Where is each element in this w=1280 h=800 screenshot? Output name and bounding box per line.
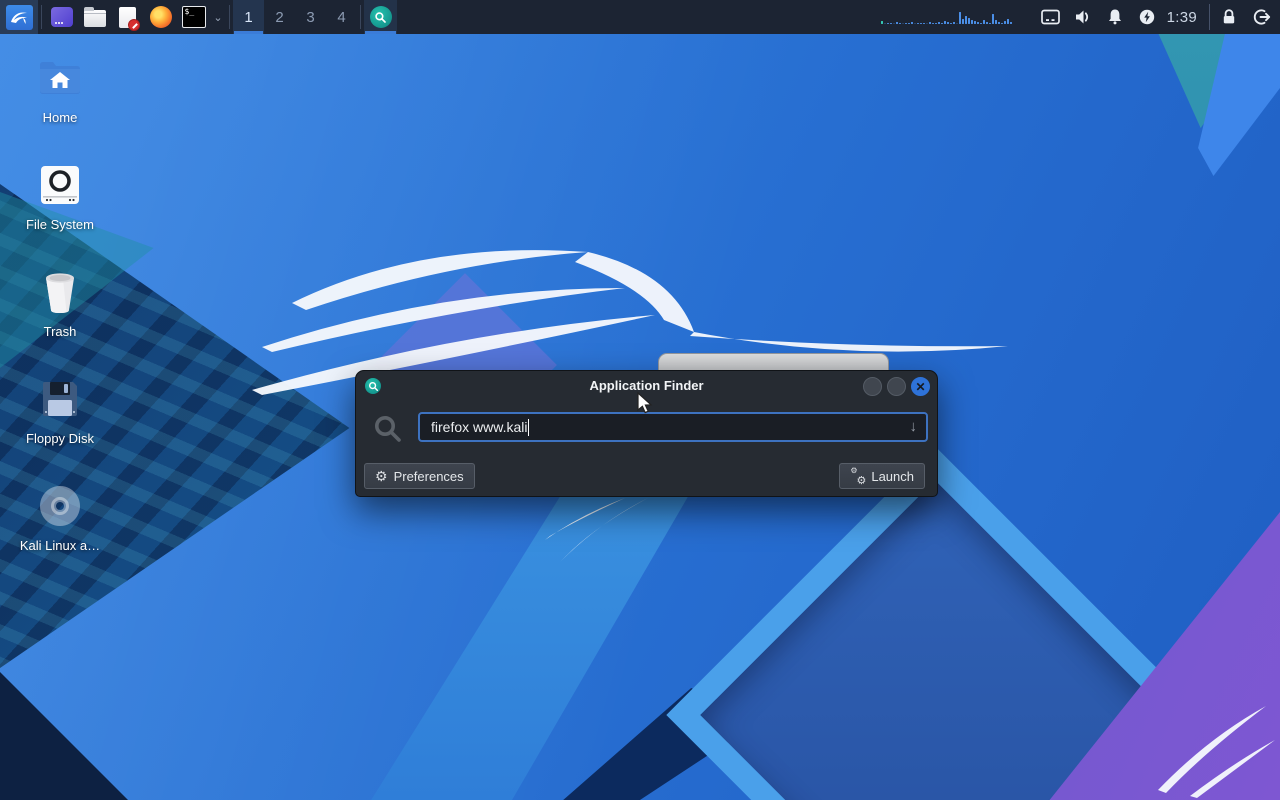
gear-icon: ⚙ — [375, 468, 388, 484]
kali-menu-icon — [5, 4, 33, 30]
workspace-button-3[interactable]: 3 — [295, 0, 326, 34]
display-icon — [1041, 9, 1060, 25]
preferences-button-label: Preferences — [393, 468, 464, 484]
panel-separator — [1209, 4, 1210, 30]
desktop-icon-label: Home — [42, 110, 78, 125]
disc-icon — [37, 480, 83, 532]
lock-icon — [1223, 9, 1235, 24]
drive-icon — [39, 159, 81, 211]
desktop-icon-label: Trash — [43, 324, 77, 339]
workspace-button-1[interactable]: 1 — [233, 0, 264, 34]
display-tray-button[interactable] — [1038, 0, 1064, 34]
terminal-icon: $_ — [181, 6, 206, 28]
workspace-button-4[interactable]: 4 — [326, 0, 357, 34]
panel-separator — [41, 5, 42, 29]
launcher-file-manager[interactable] — [78, 0, 111, 34]
search-icon — [369, 6, 392, 28]
desktop-icon-label: Kali Linux a… — [19, 538, 101, 553]
volume-icon — [1075, 10, 1088, 24]
text-caret — [528, 418, 530, 436]
notifications-tray-button[interactable] — [1102, 0, 1128, 34]
launch-gears-icon: ⚙ ⚙ — [850, 465, 867, 487]
top-panel: $_ ⌄ 1 2 3 4 1:39 — [0, 0, 1280, 34]
file-manager-icon — [83, 7, 106, 27]
window-title: Application Finder — [589, 378, 704, 393]
search-icon — [372, 413, 404, 450]
power-manager-tray-button[interactable] — [1134, 0, 1160, 34]
search-row: firefox www.kali ↓ — [356, 407, 937, 451]
minimize-button[interactable] — [863, 377, 882, 396]
launcher-terminal[interactable]: $_ — [177, 0, 210, 34]
trash-icon — [39, 266, 81, 318]
preferences-button[interactable]: ⚙ Preferences — [364, 463, 475, 489]
close-button[interactable]: ✕ — [911, 377, 930, 396]
firefox-icon — [149, 6, 172, 28]
logout-button[interactable] — [1248, 0, 1274, 34]
launcher-window-app[interactable] — [45, 0, 78, 34]
titlebar[interactable]: Application Finder ✕ — [356, 371, 937, 401]
application-finder-window: Application Finder ✕ firefox www.kali ↓ … — [355, 370, 938, 497]
logout-icon — [1253, 9, 1270, 25]
text-editor-icon — [119, 6, 140, 31]
applications-menu-button[interactable] — [0, 0, 38, 34]
desktop-icon-trash[interactable]: Trash — [8, 266, 112, 373]
launcher-firefox[interactable] — [144, 0, 177, 34]
power-manager-icon — [1139, 9, 1154, 25]
volume-tray-button[interactable] — [1070, 0, 1096, 34]
window-app-icon — [50, 7, 73, 27]
floppy-disk-icon — [39, 373, 81, 425]
desktop-icon-kali-cd[interactable]: Kali Linux a… — [8, 480, 112, 587]
desktop-icon-label: Floppy Disk — [26, 431, 94, 446]
chevron-down-icon[interactable]: ⌄ — [210, 11, 226, 24]
launcher-app-finder[interactable] — [364, 0, 397, 34]
desktop-icon-floppy-disk[interactable]: Floppy Disk — [8, 373, 112, 480]
workspace-button-2[interactable]: 2 — [264, 0, 295, 34]
lock-screen-button[interactable] — [1216, 0, 1242, 34]
combo-dropdown-arrow[interactable]: ↓ — [910, 419, 918, 434]
search-icon — [365, 378, 381, 394]
desktop-icon-label: File System — [26, 217, 94, 232]
desktop-icon-file-system[interactable]: File System — [8, 159, 112, 266]
launcher-text-editor[interactable] — [111, 0, 144, 34]
clock[interactable]: 1:39 — [1167, 9, 1197, 26]
home-folder-icon — [37, 52, 83, 104]
search-input[interactable]: firefox www.kali ↓ — [418, 412, 928, 442]
launch-button-label: Launch — [871, 468, 914, 484]
system-monitor-graph — [880, 10, 1019, 24]
panel-separator — [229, 5, 230, 29]
notifications-bell-icon — [1108, 9, 1121, 25]
desktop-icon-list: Home File System Trash Floppy Disk Kali … — [8, 52, 112, 587]
maximize-button[interactable] — [887, 377, 906, 396]
panel-separator — [360, 5, 361, 29]
desktop-icon-home[interactable]: Home — [8, 52, 112, 159]
search-input-value: firefox www.kali — [431, 419, 528, 435]
launch-button[interactable]: ⚙ ⚙ Launch — [839, 463, 925, 489]
